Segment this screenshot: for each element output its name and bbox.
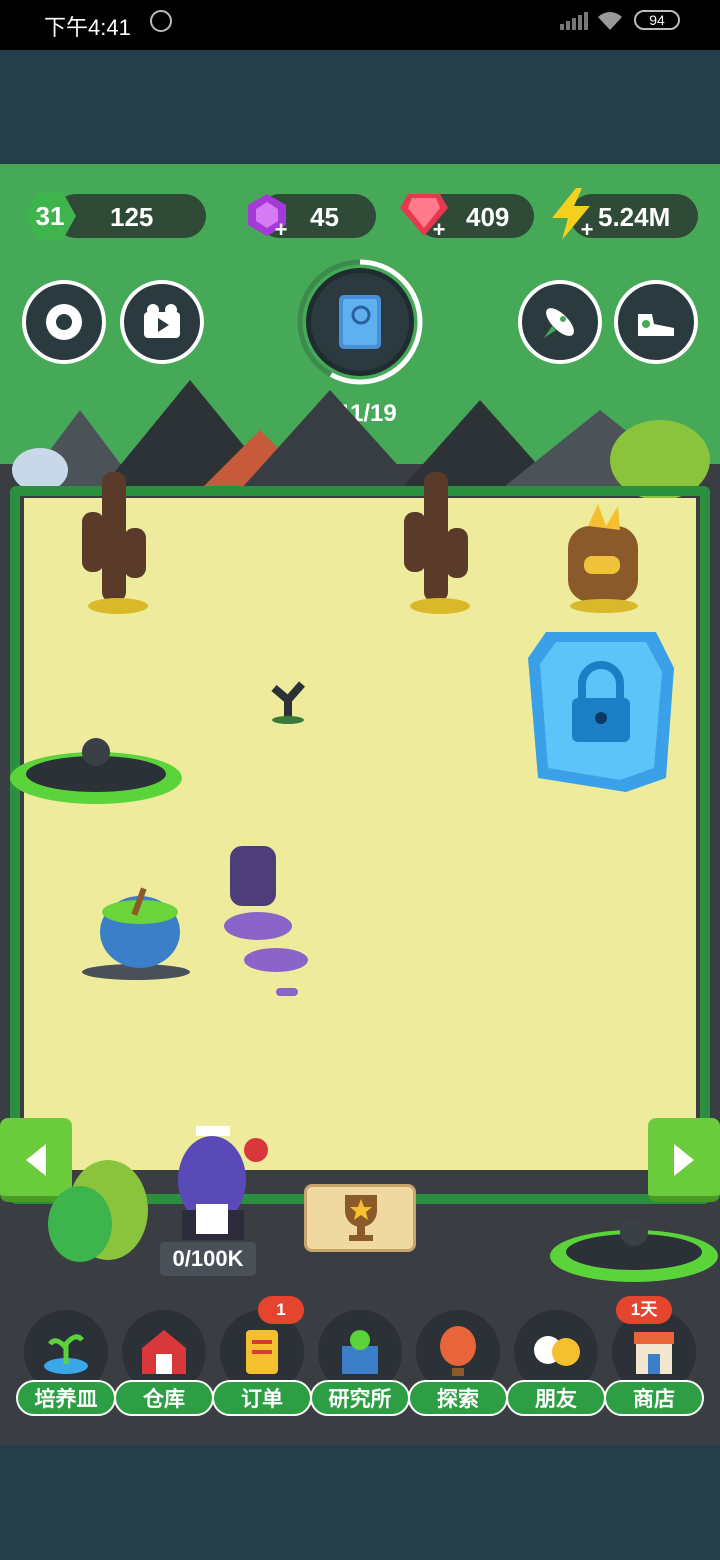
nav-label: 仓库 xyxy=(114,1380,214,1416)
brown-cactus-right[interactable] xyxy=(400,462,482,618)
nav-label: 朋友 xyxy=(506,1380,606,1416)
nav-label: 订单 xyxy=(212,1380,312,1416)
trophy-board[interactable] xyxy=(304,1184,416,1252)
nav-petri-dish[interactable]: 培养皿 xyxy=(16,1310,116,1420)
dark-sprout[interactable] xyxy=(266,680,310,724)
slime-pit-right[interactable] xyxy=(546,1210,720,1292)
status-bar: 下午4:41 94 xyxy=(0,0,720,50)
cactus-monster[interactable] xyxy=(548,496,658,616)
trophy-icon xyxy=(345,1195,377,1241)
nav-friends[interactable]: 朋友 xyxy=(506,1310,606,1420)
petri-dish-icon xyxy=(44,1334,88,1374)
settings-button[interactable] xyxy=(22,280,106,364)
lab-icon xyxy=(342,1330,378,1374)
purple-gem-count: 45 xyxy=(310,202,339,232)
cauldron[interactable] xyxy=(80,872,192,982)
nav-label: 商店 xyxy=(604,1380,704,1416)
alarm-icon xyxy=(150,10,172,32)
nav-label: 研究所 xyxy=(310,1380,410,1416)
add-energy-icon[interactable]: + xyxy=(578,219,596,241)
green-bush xyxy=(48,1160,148,1262)
gear-icon xyxy=(46,304,82,340)
battery-indicator: 94 xyxy=(634,10,680,30)
monster-capacity: 0/100K xyxy=(160,1242,256,1276)
maid-monster[interactable] xyxy=(166,1120,276,1246)
orders-badge: 1 xyxy=(258,1296,304,1324)
video-button[interactable] xyxy=(120,280,204,364)
shop-icon xyxy=(634,1332,674,1374)
nav-shop[interactable]: 1天 商店 xyxy=(604,1296,704,1420)
nav-lab[interactable]: 研究所 xyxy=(310,1310,410,1420)
book-icon xyxy=(339,295,381,349)
balloon-icon xyxy=(440,1326,476,1376)
energy-count: 5.24M xyxy=(598,202,671,232)
locked-ice-block[interactable] xyxy=(526,628,676,794)
video-camera-icon xyxy=(144,304,180,338)
nav-explore[interactable]: 探索 xyxy=(408,1310,508,1420)
brown-cactus-left[interactable] xyxy=(78,462,160,618)
nav-orders[interactable]: 1 订单 xyxy=(212,1296,312,1420)
rocket-icon xyxy=(544,308,574,338)
wifi-icon xyxy=(598,12,622,30)
level-bar: 125 xyxy=(54,194,206,238)
nav-label: 探索 xyxy=(408,1380,508,1416)
sneaker-icon xyxy=(638,314,674,336)
red-gem-count: 409 xyxy=(466,202,510,232)
nav-warehouse[interactable]: 仓库 xyxy=(114,1310,214,1420)
next-field-button[interactable] xyxy=(648,1118,720,1202)
signal-icon xyxy=(560,12,588,30)
top-decor-band xyxy=(0,50,720,164)
rocket-button[interactable] xyxy=(518,280,602,364)
status-time: 下午4:41 xyxy=(44,15,131,40)
purple-goo-jar[interactable] xyxy=(204,842,314,1002)
nav-label: 培养皿 xyxy=(16,1380,116,1416)
scroll-icon xyxy=(246,1330,278,1374)
shop-badge: 1天 xyxy=(616,1296,672,1324)
barn-icon xyxy=(142,1330,186,1374)
add-purple-gem-icon[interactable]: + xyxy=(272,219,290,241)
friends-icon xyxy=(534,1336,580,1366)
slime-pit-left[interactable] xyxy=(4,734,188,814)
level-value: 125 xyxy=(110,202,154,232)
add-red-gem-icon[interactable]: + xyxy=(430,219,448,241)
sneaker-button[interactable] xyxy=(614,280,698,364)
arrow-right-icon xyxy=(674,1144,694,1176)
bottom-decor-band xyxy=(0,1445,720,1560)
